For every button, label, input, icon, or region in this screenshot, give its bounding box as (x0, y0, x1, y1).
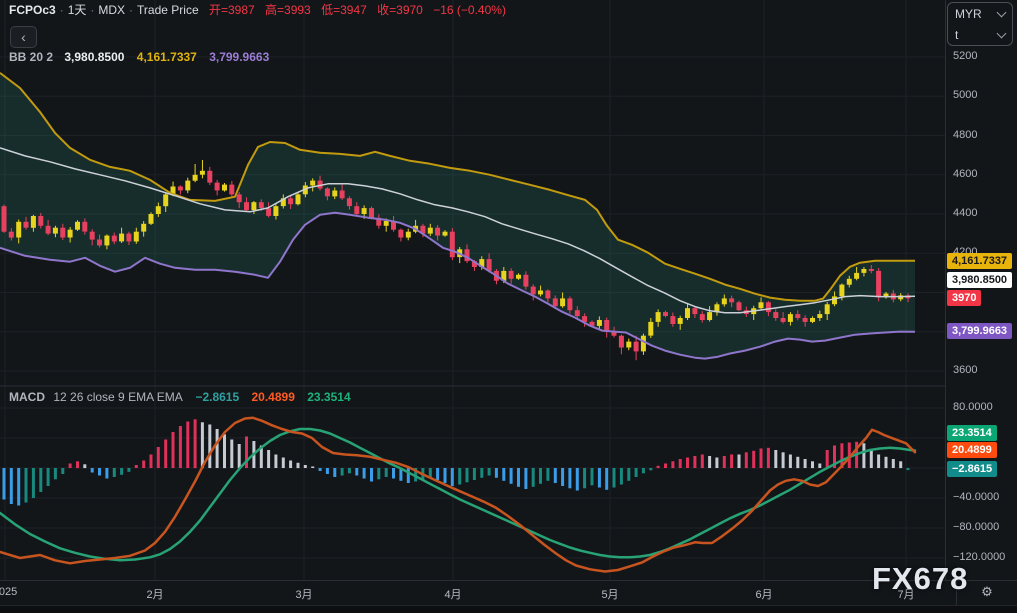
low-value: 低=3947 (321, 3, 367, 17)
macd-indicator-row: MACD 12 26 close 9 EMA EMA −2.8615 20.48… (9, 390, 351, 404)
currency-unit-selector: MYR t (947, 2, 1013, 46)
symbol: FCPOc3 (9, 3, 56, 17)
back-button[interactable]: ‹ (10, 26, 37, 48)
macd-tick-label: −40.0000 (953, 491, 999, 503)
separator-dot: · (125, 3, 137, 17)
macd-hist-value: −2.8615 (195, 390, 239, 404)
price-type: Trade Price (137, 3, 199, 17)
price-tick-label: 3600 (953, 364, 977, 376)
interval: 1天 (68, 3, 87, 17)
bb-upper-value: 4,161.7337 (137, 50, 197, 64)
separator-dot: · (56, 3, 68, 17)
price-badge: 3970 (947, 290, 981, 306)
high-value: 高=3993 (265, 3, 311, 17)
price-badge: 20.4899 (947, 442, 997, 458)
exchange: MDX (98, 3, 125, 17)
time-axis[interactable]: ⚙ 20252月3月4月5月6月7月 (0, 580, 1017, 605)
currency-value: MYR (955, 7, 982, 21)
price-tick-label: 5200 (953, 50, 977, 62)
chevron-down-icon (997, 7, 1007, 17)
bb-indicator-row: BB 20 2 3,980.8500 4,161.7337 3,799.9663 (9, 50, 269, 64)
symbol-info-bar: FCPOc3·1天·MDX·Trade Price 开=3987 高=3993 … (9, 3, 506, 18)
chevron-down-icon (997, 28, 1007, 38)
time-axis-label: 3月 (295, 586, 312, 602)
chevron-left-icon: ‹ (21, 29, 26, 45)
close-value: 收=3970 (377, 3, 423, 17)
time-axis-label: 4月 (444, 586, 461, 602)
price-badge: 3,799.9663 (947, 323, 1012, 339)
time-axis-label: 5月 (601, 586, 618, 602)
price-axis[interactable]: 520050004800460044004200360080.0000−40.0… (945, 0, 1017, 580)
watermark: FX678 (872, 561, 968, 597)
change-value: −16 (−0.40%) (433, 3, 506, 17)
separator-dot: · (86, 3, 98, 17)
price-tick-label: 4400 (953, 207, 977, 219)
open-value: 开=3987 (209, 3, 255, 17)
macd-label: MACD (9, 390, 45, 404)
price-badge: 3,980.8500 (947, 272, 1012, 288)
price-badge: −2.8615 (947, 461, 997, 477)
macd-signal-value: 23.3514 (307, 390, 350, 404)
bb-label: BB 20 2 (9, 50, 53, 64)
bottom-strip (0, 605, 1017, 613)
price-tick-label: 5000 (953, 89, 977, 101)
unit-value: t (955, 28, 958, 42)
time-axis-label: 6月 (755, 586, 772, 602)
trading-chart-window: FCPOc3·1天·MDX·Trade Price 开=3987 高=3993 … (0, 0, 1017, 613)
time-axis-label: 2025 (0, 586, 17, 598)
price-tick-label: 4800 (953, 129, 977, 141)
unit-dropdown[interactable]: t (948, 24, 1012, 45)
macd-tick-label: 80.0000 (953, 401, 993, 413)
macd-line-value: 20.4899 (252, 390, 295, 404)
macd-params: 12 26 close 9 EMA EMA (53, 390, 182, 404)
price-tick-label: 4600 (953, 168, 977, 180)
price-badge: 23.3514 (947, 425, 997, 441)
time-axis-label: 2月 (146, 586, 163, 602)
currency-dropdown[interactable]: MYR (948, 3, 1012, 24)
chart-canvas[interactable] (0, 0, 945, 580)
bb-basis-value: 3,980.8500 (64, 50, 124, 64)
bb-lower-value: 3,799.9663 (209, 50, 269, 64)
settings-gear-icon[interactable]: ⚙ (972, 584, 1002, 600)
macd-tick-label: −80.0000 (953, 521, 999, 533)
price-badge: 4,161.7337 (947, 253, 1012, 269)
